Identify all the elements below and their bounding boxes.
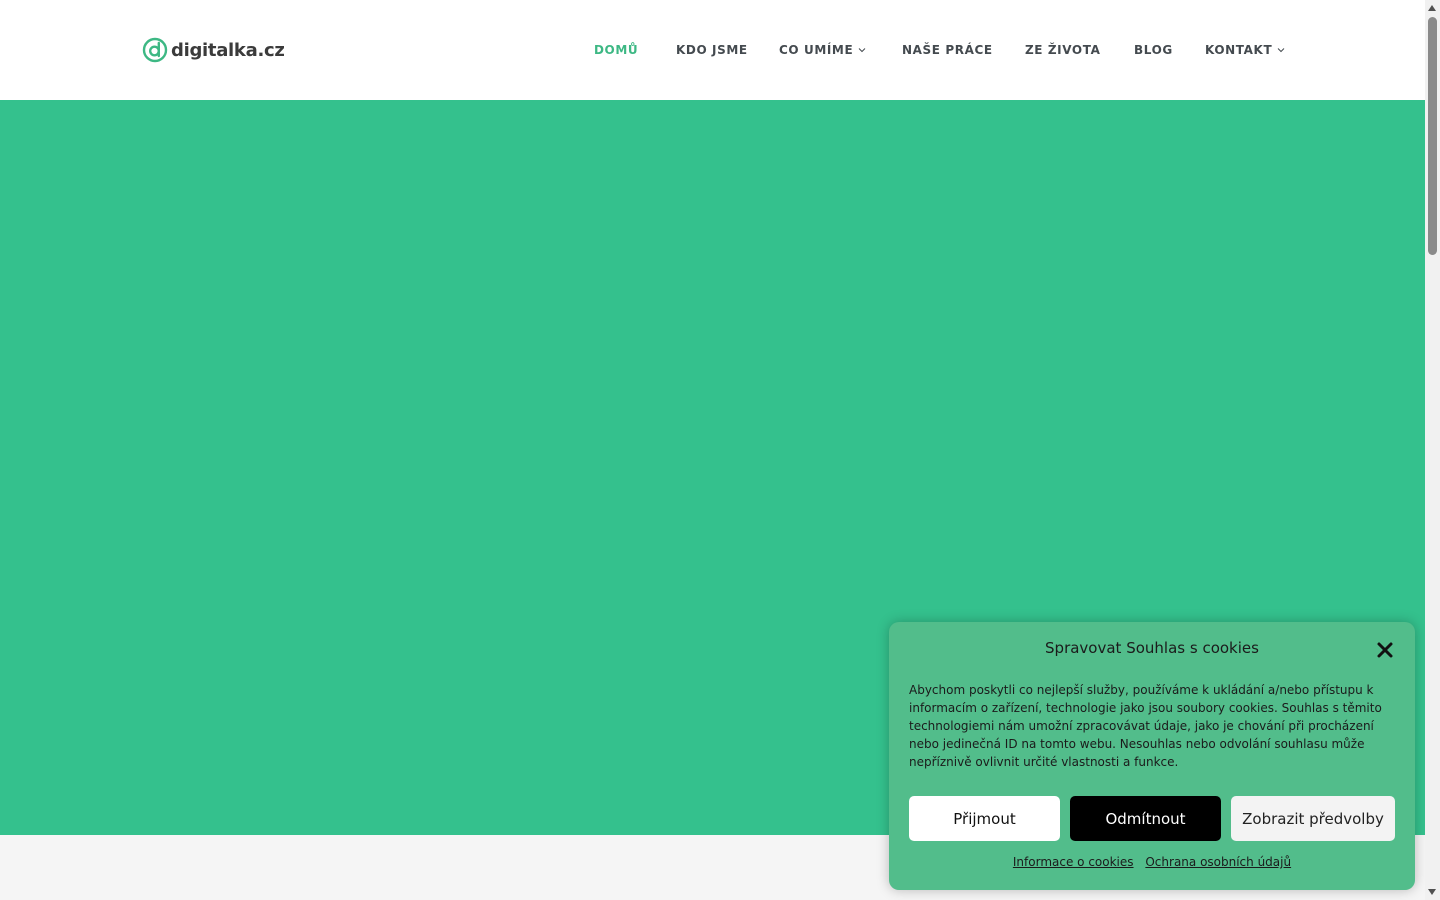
scroll-down-icon[interactable]	[1428, 889, 1436, 895]
nav-item-kdo-jsme[interactable]: KDO JSME	[676, 40, 748, 60]
nav-item-label: ZE ŽIVOTA	[1025, 43, 1101, 57]
chevron-down-icon	[1277, 48, 1285, 53]
accept-button[interactable]: Přijmout	[909, 796, 1060, 841]
nav-item-kontakt[interactable]: KONTAKT	[1205, 40, 1285, 60]
preferences-button[interactable]: Zobrazit předvolby	[1231, 796, 1395, 841]
nav-item-nase-prace[interactable]: NAŠE PRÁCE	[902, 40, 993, 60]
nav-item-label: KONTAKT	[1205, 43, 1273, 57]
nav-item-label: KDO JSME	[676, 43, 748, 57]
page: digitalka.cz DOMŮ KDO JSME CO UMÍME NAŠE…	[0, 0, 1425, 900]
nav-item-label: NAŠE PRÁCE	[902, 43, 993, 57]
nav-item-ze-zivota[interactable]: ZE ŽIVOTA	[1025, 40, 1100, 60]
nav-item-domu[interactable]: DOMŮ	[594, 40, 638, 60]
nav-item-label: CO UMÍME	[779, 43, 854, 57]
deny-button[interactable]: Odmítnout	[1070, 796, 1221, 841]
privacy-link[interactable]: Ochrana osobních údajů	[1145, 855, 1291, 869]
cookie-dialog-text: Abychom poskytli co nejlepší služby, pou…	[909, 683, 1382, 769]
main-nav: DOMŮ KDO JSME CO UMÍME NAŠE PRÁCE ZE ŽIV…	[0, 40, 1425, 60]
page-scrollbar[interactable]	[1425, 0, 1440, 900]
nav-item-blog[interactable]: BLOG	[1134, 40, 1173, 60]
chevron-down-icon	[858, 48, 866, 53]
cookie-dialog-title: Spravovat Souhlas s cookies	[1045, 639, 1259, 657]
nav-item-label: DOMŮ	[594, 43, 639, 57]
cookie-consent-dialog: Spravovat Souhlas s cookies Abychom posk…	[889, 622, 1415, 890]
cookie-info-link[interactable]: Informace o cookies	[1013, 855, 1134, 869]
nav-item-co-umime[interactable]: CO UMÍME	[779, 40, 866, 60]
cookie-dialog-links: Informace o cookies Ochrana osobních úda…	[889, 855, 1415, 869]
nav-item-label: BLOG	[1134, 43, 1173, 57]
close-icon[interactable]	[1374, 639, 1396, 661]
scrollbar-thumb[interactable]	[1428, 17, 1437, 255]
scroll-up-icon[interactable]	[1428, 5, 1436, 11]
site-header: digitalka.cz DOMŮ KDO JSME CO UMÍME NAŠE…	[0, 0, 1425, 100]
